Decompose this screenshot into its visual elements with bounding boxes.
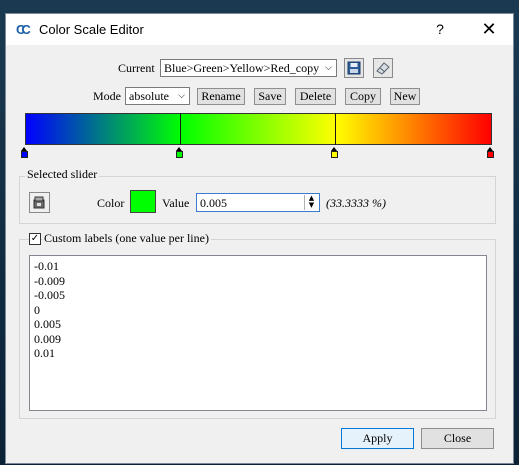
import-scale-button[interactable] bbox=[373, 58, 393, 78]
value-spinbox[interactable]: 0.005 ▲ ▼ bbox=[196, 193, 320, 212]
custom-label-line: 0.005 bbox=[34, 317, 61, 331]
close-button[interactable]: Close bbox=[421, 428, 494, 449]
slider-marker-green[interactable] bbox=[176, 147, 183, 159]
custom-label-line: 0 bbox=[34, 302, 40, 317]
save-scale-button[interactable] bbox=[344, 58, 364, 78]
window-title: Color Scale Editor bbox=[39, 22, 144, 37]
chevron-down-icon: ⌵ bbox=[325, 63, 332, 73]
current-label: Current bbox=[118, 61, 155, 75]
custom-labels-textarea[interactable]: -0.01 -0.009 -0.005 0 0.005 0.009 0.01 bbox=[29, 255, 487, 411]
spin-arrows-icon[interactable]: ▲ ▼ bbox=[304, 195, 318, 210]
window-close-button[interactable]: ✕ bbox=[476, 17, 502, 42]
custom-label-line: -0.01 bbox=[34, 259, 59, 273]
current-scale-value: Blue>Green>Yellow>Red_copy bbox=[164, 61, 320, 75]
color-swatch[interactable] bbox=[130, 190, 156, 213]
paint-bucket-icon bbox=[33, 196, 45, 209]
mode-label: Mode bbox=[93, 89, 121, 103]
color-scale-gradient[interactable] bbox=[25, 113, 492, 145]
custom-labels-checkbox[interactable]: ✓ bbox=[29, 233, 41, 245]
custom-label-line: -0.009 bbox=[34, 273, 65, 288]
mode-value: absolute bbox=[129, 89, 169, 103]
pick-color-button[interactable] bbox=[29, 192, 50, 213]
custom-label-line: 0.009 bbox=[34, 331, 61, 346]
new-button[interactable]: New bbox=[390, 88, 420, 105]
rename-button[interactable]: Rename bbox=[197, 88, 245, 105]
apply-button[interactable]: Apply bbox=[341, 428, 414, 449]
custom-label-line: -0.005 bbox=[34, 288, 65, 302]
title-bar: CC Color Scale Editor ? ✕ bbox=[6, 14, 513, 45]
slider-marker-yellow[interactable] bbox=[331, 147, 338, 159]
color-scale-editor-dialog: CC Color Scale Editor ? ✕ Current Blue>G… bbox=[5, 13, 514, 464]
custom-labels-label: Custom labels (one value per line) bbox=[42, 231, 211, 245]
delete-button[interactable]: Delete bbox=[295, 88, 336, 105]
save-button[interactable]: Save bbox=[254, 88, 286, 105]
mode-select[interactable]: absolute ⌵ bbox=[125, 87, 190, 105]
value-input[interactable]: 0.005 bbox=[200, 195, 227, 211]
chevron-down-icon: ⌵ bbox=[178, 91, 185, 101]
stop-line-green bbox=[180, 113, 181, 145]
eraser-icon bbox=[376, 62, 390, 75]
selected-slider-title: Selected slider bbox=[25, 167, 100, 181]
copy-button[interactable]: Copy bbox=[345, 88, 381, 105]
color-label: Color bbox=[97, 196, 125, 210]
stop-line-yellow bbox=[335, 113, 336, 145]
value-label: Value bbox=[162, 196, 190, 210]
slider-marker-red[interactable] bbox=[487, 147, 494, 159]
current-scale-select[interactable]: Blue>Green>Yellow>Red_copy ⌵ bbox=[160, 59, 337, 77]
value-percent: (33.3333 %) bbox=[326, 196, 386, 210]
slider-marker-blue[interactable] bbox=[21, 147, 28, 159]
app-icon: CC bbox=[16, 22, 31, 37]
help-button[interactable]: ? bbox=[427, 17, 453, 42]
custom-label-line: 0.01 bbox=[34, 346, 55, 360]
floppy-disk-icon bbox=[347, 61, 361, 75]
